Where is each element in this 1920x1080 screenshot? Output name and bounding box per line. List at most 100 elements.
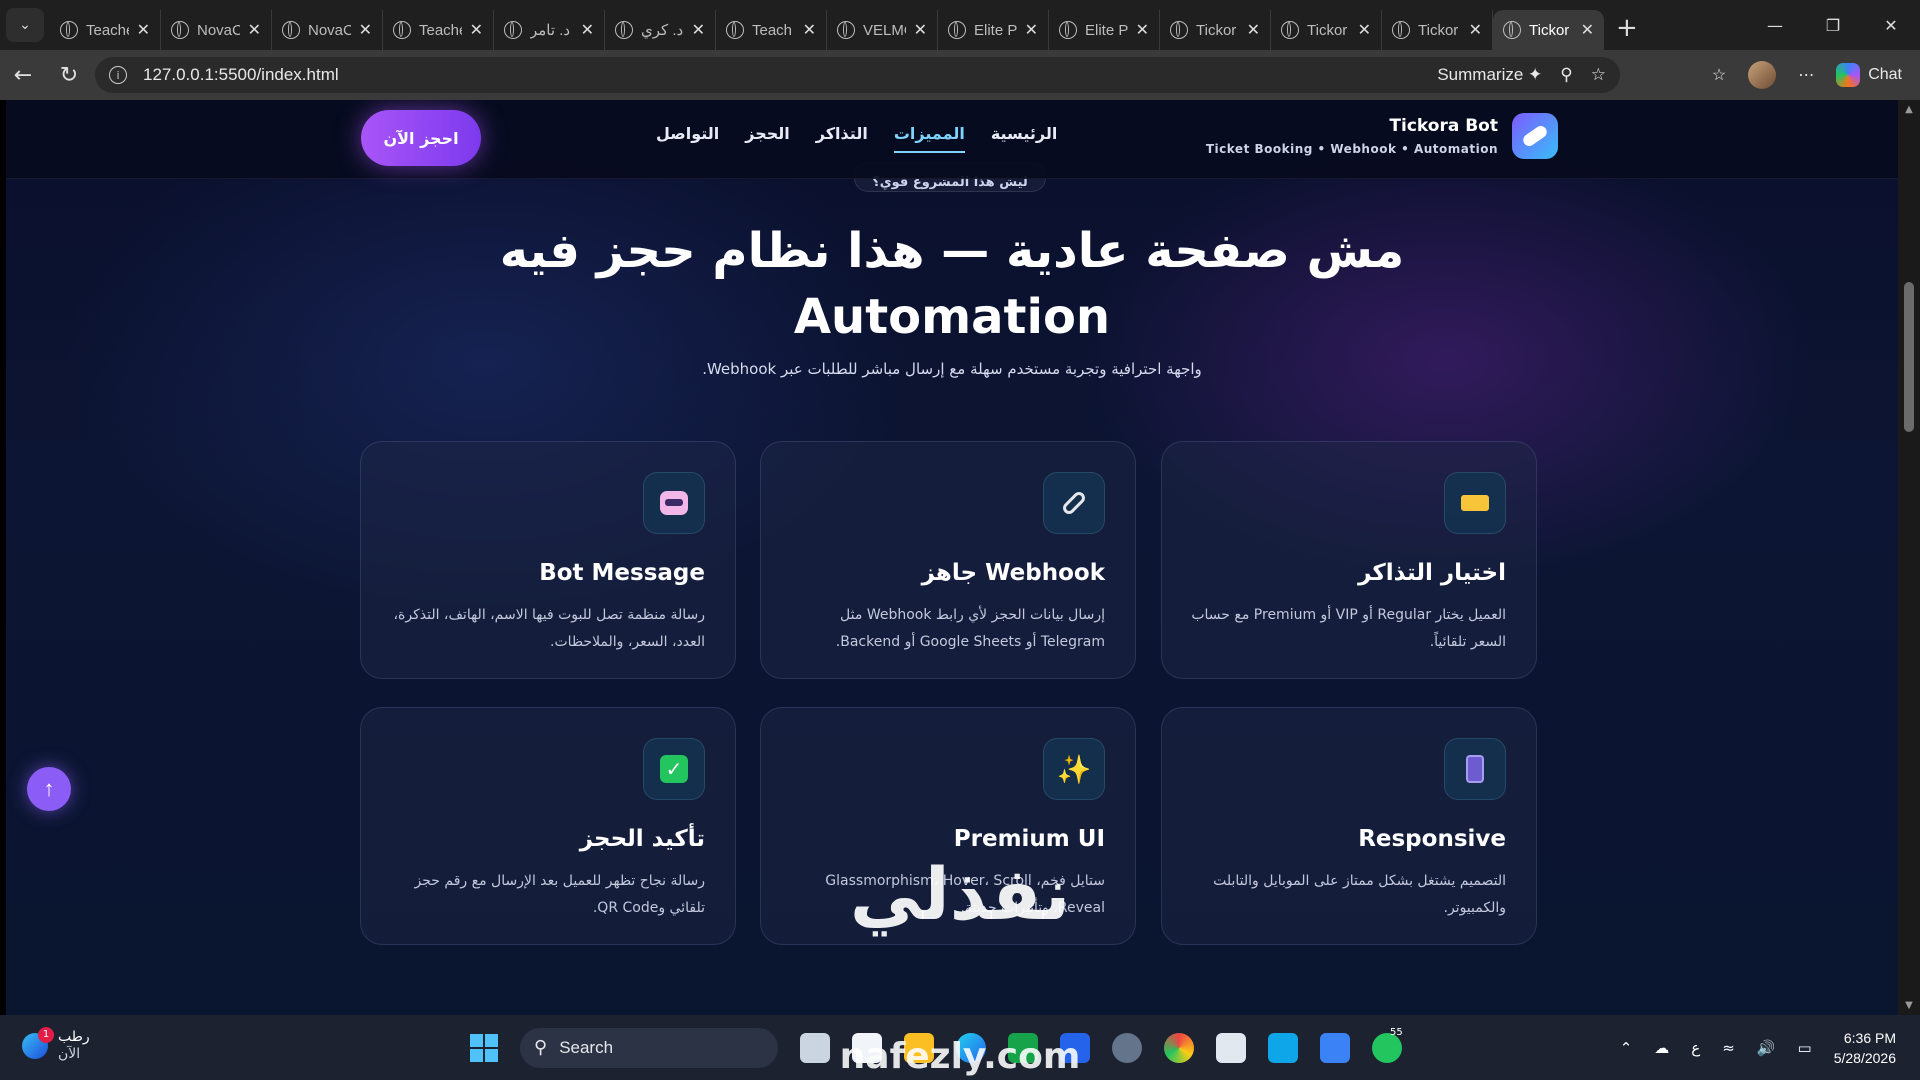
chrome-icon[interactable] (1164, 1032, 1194, 1063)
browser-tab[interactable]: Tickor ✕ (1271, 10, 1382, 50)
nav-home[interactable]: الرئيسية (991, 124, 1058, 153)
close-icon[interactable]: ✕ (1581, 20, 1594, 40)
tab-label: د. تامر (530, 22, 571, 39)
minimize-button[interactable]: — (1746, 0, 1804, 50)
favorites-icon[interactable]: ☆ (1712, 65, 1726, 85)
task-view-icon[interactable] (800, 1032, 830, 1063)
wifi-icon[interactable]: ≈ (1722, 1039, 1735, 1057)
browser-tab[interactable]: Elite Pr ✕ (1049, 10, 1160, 50)
brand[interactable]: Tickora Bot Ticket Booking • Webhook • A… (1206, 113, 1558, 159)
nav-features[interactable]: المميزات (893, 124, 965, 153)
volume-icon[interactable]: 🔊 (1757, 1039, 1776, 1057)
new-tab-button[interactable]: + (1616, 13, 1638, 43)
feature-desc: ستايل فخم، Glassmorphism، Hover، Scroll … (825, 873, 1105, 916)
back-button[interactable]: ← (0, 63, 46, 88)
close-icon[interactable]: ✕ (692, 20, 705, 40)
profile-avatar[interactable] (1748, 61, 1777, 89)
close-icon[interactable]: ✕ (470, 20, 483, 40)
summarize-button[interactable]: Summarize ✦ (1437, 65, 1542, 85)
window-close-button[interactable]: ✕ (1862, 0, 1920, 50)
show-hidden-icons-chevron-icon[interactable]: ⌃ (1620, 1039, 1633, 1057)
nav-tickets[interactable]: التذاكر (816, 124, 868, 153)
site-header: Tickora Bot Ticket Booking • Webhook • A… (6, 100, 1898, 179)
capcut-icon[interactable] (1216, 1032, 1246, 1063)
paint-icon[interactable] (1320, 1032, 1350, 1063)
browser-tab[interactable]: Tickor ✕ (1382, 10, 1493, 50)
browser-tab[interactable]: VELMO ✕ (827, 10, 938, 50)
close-icon[interactable]: ✕ (581, 20, 594, 40)
feature-card-responsive: Responsive التصميم يشتغل بشكل ممتاز على … (1161, 707, 1537, 945)
browser-tab[interactable]: NovaC ✕ (161, 10, 272, 50)
ticket-icon (1444, 472, 1506, 534)
toolbar-right: ☆ ⋯ Chat (1712, 50, 1902, 100)
more-menu-icon[interactable]: ⋯ (1798, 65, 1814, 85)
close-icon[interactable]: ✕ (1247, 20, 1260, 40)
close-icon[interactable]: ✕ (1469, 20, 1482, 40)
excel-icon[interactable] (1008, 1032, 1038, 1063)
onedrive-icon[interactable]: ☁ (1654, 1039, 1669, 1057)
browser-tab[interactable]: Elite Pr ✕ (938, 10, 1049, 50)
clock[interactable]: 6:36 PM 5/28/2026 (1834, 1028, 1896, 1068)
feature-card-tickets: اختيار التذاكر العميل يختار Regular أو V… (1161, 441, 1537, 679)
word-icon[interactable] (1060, 1032, 1090, 1063)
battery-icon[interactable]: ▭ (1798, 1039, 1812, 1057)
phone-icon (1444, 738, 1506, 800)
taskbar-apps: ⚲ Search 55 (470, 1015, 1403, 1080)
bookmark-star-icon[interactable]: ☆ (1591, 65, 1606, 85)
zoom-icon[interactable]: ⚲ (1560, 65, 1572, 85)
notification-badge: 1 (38, 1027, 54, 1043)
tab-search-menu-button[interactable]: ⌄ (6, 8, 44, 42)
nav-contact[interactable]: التواصل (656, 124, 719, 153)
close-icon[interactable]: ✕ (914, 20, 927, 40)
browser-tab[interactable]: Teache ✕ (383, 10, 494, 50)
close-icon[interactable]: ✕ (248, 20, 261, 40)
close-icon[interactable]: ✕ (1358, 20, 1371, 40)
browser-tab[interactable]: Teach ✕ (716, 10, 827, 50)
scrollbar-thumb[interactable] (1904, 282, 1914, 432)
site-info-icon[interactable]: i (109, 66, 127, 84)
globe-icon (1170, 21, 1188, 39)
maximize-button[interactable]: ❐ (1804, 0, 1862, 50)
browser-tab-active[interactable]: Tickor ✕ (1493, 10, 1604, 50)
tab-label: Teache (419, 21, 462, 39)
globe-icon (726, 21, 744, 39)
settings-gear-icon[interactable] (1112, 1032, 1142, 1063)
browser-tab[interactable]: د. كري ✕ (605, 10, 716, 50)
scroll-to-top-button[interactable]: ↑ (27, 767, 71, 811)
feature-desc: رسالة نجاح تظهر للعميل بعد الإرسال مع رق… (414, 873, 705, 916)
taskbar-search[interactable]: ⚲ Search (520, 1027, 778, 1068)
whatsapp-icon[interactable]: 55 (1372, 1027, 1403, 1063)
edge-icon[interactable] (956, 1032, 986, 1063)
tab-label: Elite Pr (974, 21, 1017, 39)
nav-booking[interactable]: الحجز (745, 124, 790, 153)
file-explorer-icon[interactable] (904, 1032, 934, 1063)
close-icon[interactable]: ✕ (1025, 20, 1038, 40)
browser-tab[interactable]: Teache ✕ (50, 10, 161, 50)
summarize-label: Summarize (1437, 65, 1524, 84)
url-text[interactable]: 127.0.0.1:5500/index.html (143, 65, 339, 85)
system-tray: ⌃ ☁ ع ≈ 🔊 ▭ 6:36 PM 5/28/2026 (1620, 1015, 1920, 1080)
book-now-button[interactable]: احجز الآن (361, 110, 481, 166)
close-icon[interactable]: ✕ (803, 20, 816, 40)
feature-card-webhook: Webhook جاهز إرسال بيانات الحجز لأي رابط… (760, 441, 1136, 679)
scroll-up-arrow-icon[interactable]: ▲ (1898, 104, 1920, 115)
weather-widget[interactable]: 1 رطب الآن (22, 1027, 90, 1063)
scroll-down-arrow-icon[interactable]: ▼ (1898, 1000, 1920, 1011)
browser-tab[interactable]: NovaC ✕ (272, 10, 383, 50)
tab-label: Tickor (1307, 21, 1348, 39)
page-scrollbar[interactable]: ▲ ▼ (1898, 100, 1920, 1015)
vscode-icon[interactable] (1268, 1032, 1298, 1063)
close-icon[interactable]: ✕ (137, 20, 150, 40)
input-language[interactable]: ع (1691, 1039, 1700, 1057)
close-icon[interactable]: ✕ (1136, 20, 1149, 40)
copilot-chat-button[interactable]: Chat (1836, 63, 1902, 87)
browser-tab[interactable]: Tickor ✕ (1160, 10, 1271, 50)
browser-toolbar: ← ↻ i 127.0.0.1:5500/index.html Summariz… (0, 50, 1920, 100)
store-icon[interactable] (852, 1032, 882, 1063)
close-icon[interactable]: ✕ (359, 20, 372, 40)
search-icon: ⚲ (534, 1037, 548, 1057)
address-bar[interactable]: i 127.0.0.1:5500/index.html Summarize ✦ … (95, 57, 1620, 93)
reload-button[interactable]: ↻ (46, 63, 92, 88)
windows-start-icon[interactable] (470, 1033, 498, 1062)
browser-tab[interactable]: د. تامر ✕ (494, 10, 605, 50)
